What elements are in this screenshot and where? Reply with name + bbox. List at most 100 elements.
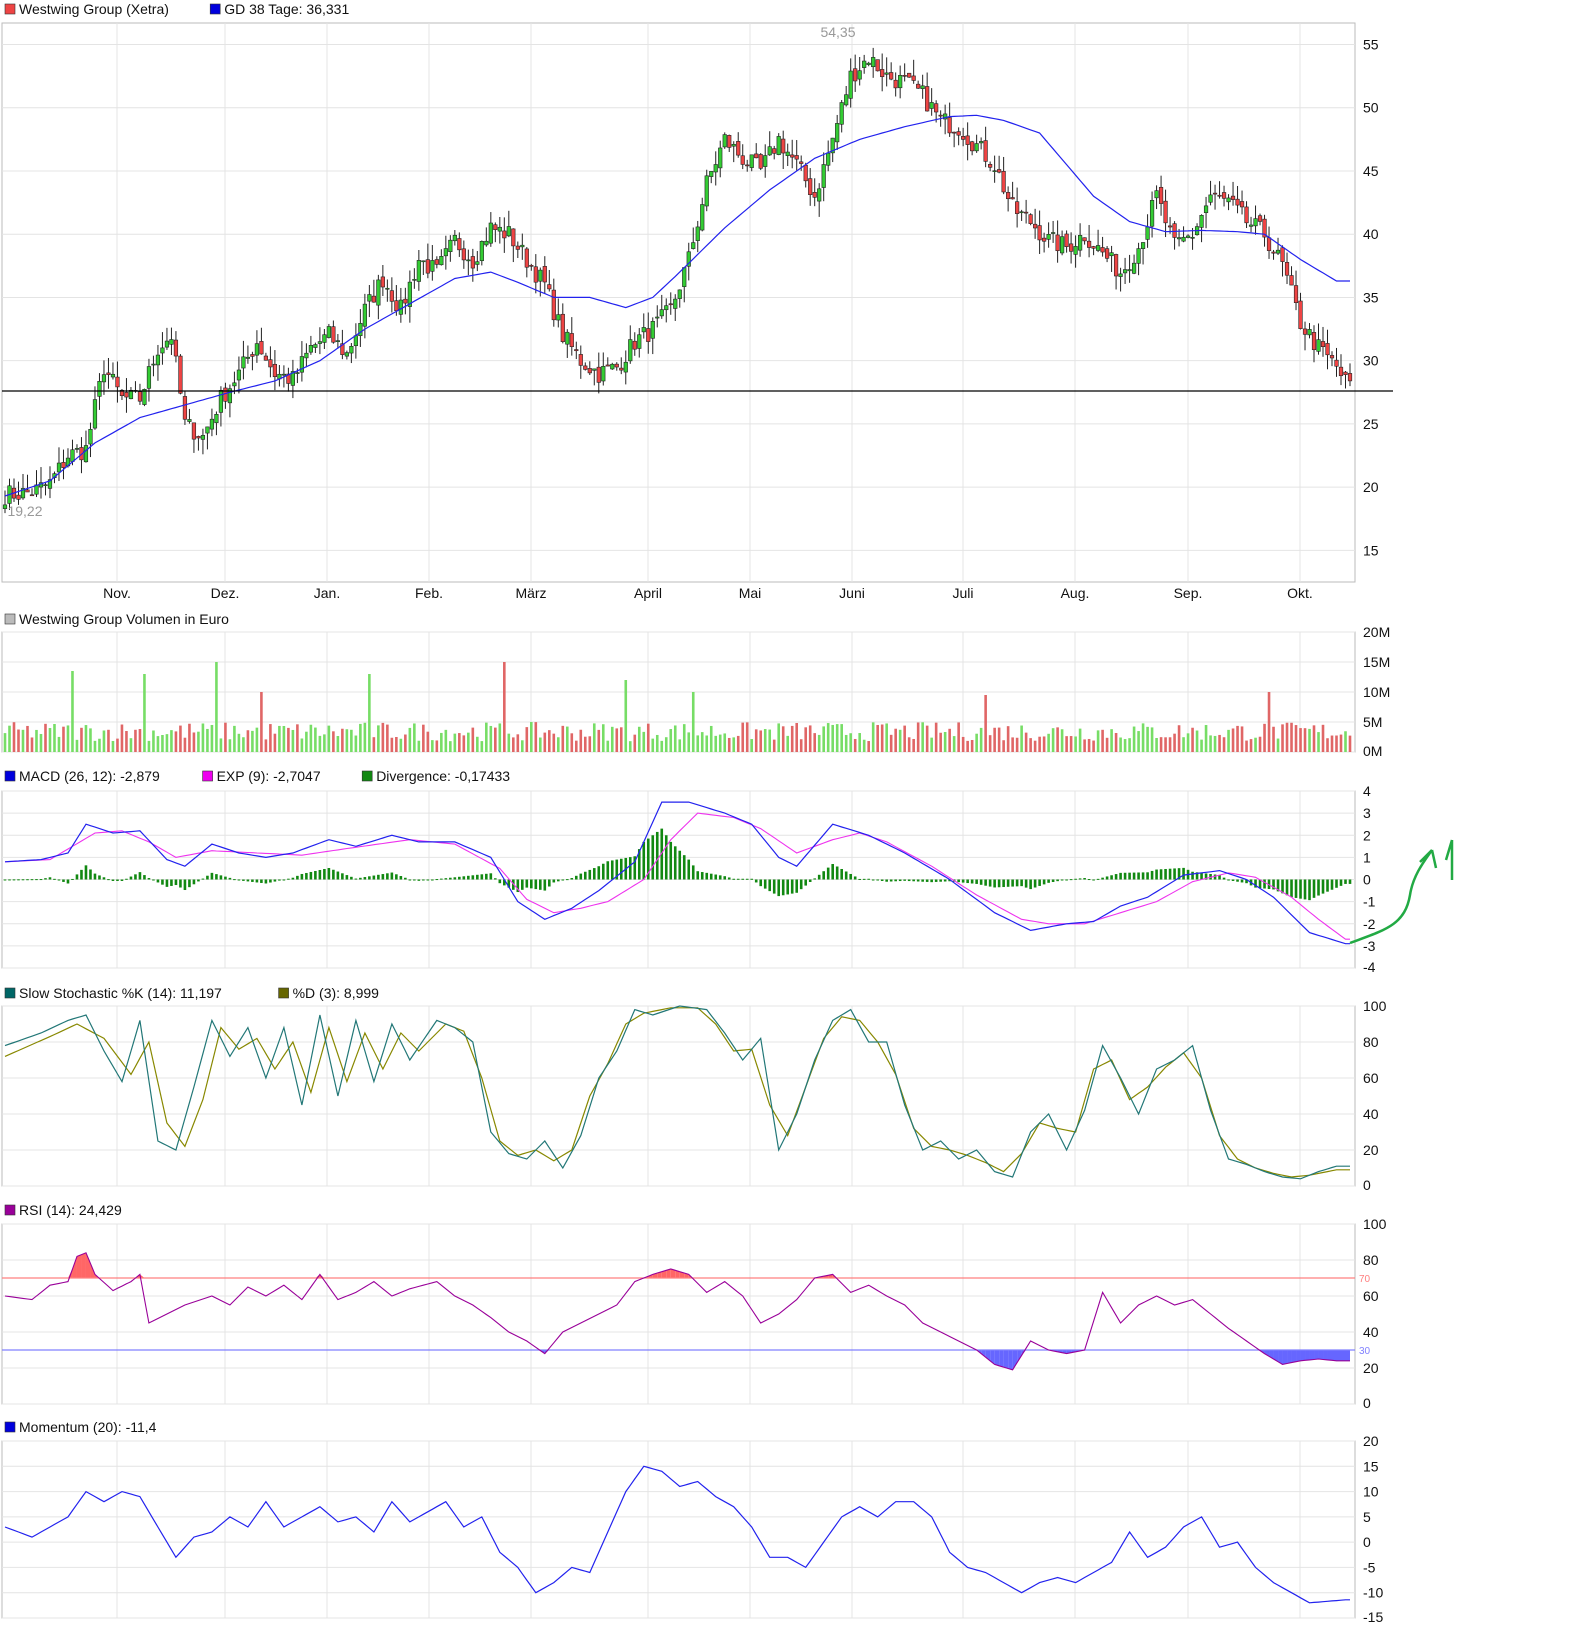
volume-bar [44,723,47,752]
candle-body [1172,223,1177,238]
candle-body [475,261,480,265]
volume-bar [939,732,942,752]
divergence-bar [1123,872,1127,880]
volume-bar [799,739,803,752]
volume-bar [858,733,861,752]
divergence-bar [961,879,965,883]
volume-bar [39,733,43,752]
volume-bar [1245,740,1248,752]
divergence-bar [71,878,74,880]
divergence-bar [849,873,852,880]
divergence-bar [930,879,933,883]
divergence-bar [565,879,569,881]
candle-body [902,75,907,77]
divergence-bar [831,864,834,880]
volume-bar [165,734,169,752]
divergence-bar [799,879,803,890]
candle-body [529,265,534,267]
volume-bar [170,730,173,752]
divergence-bar [1299,879,1302,899]
candle-body [983,140,988,162]
volume-bar [1227,729,1230,752]
divergence-bar [759,879,763,887]
legend-label: GD 38 Tage: 36,331 [224,1,349,17]
volume-bar [597,729,601,752]
candle-body [974,143,979,152]
candle-body [799,161,804,164]
volume-bar [1083,739,1086,752]
divergence-bar [642,841,646,880]
rsi-oversold-fill [1309,1350,1315,1360]
candle-body [1127,269,1132,272]
volume-bar [880,724,884,752]
volume-bar [817,734,821,752]
volume-bar [1038,736,1041,752]
candle-body [470,256,475,269]
divergence-bar [318,869,322,880]
candle-body [322,334,327,343]
candle-body [506,226,511,237]
candle-body [1154,190,1159,199]
volume-bar [1294,725,1298,752]
candle-body [556,314,561,321]
divergence-bar [381,874,385,880]
candle-body [254,343,260,356]
candle-body [704,175,709,207]
legend-swatch [4,987,16,999]
volume-bar [287,727,290,752]
divergence-bar [449,877,452,880]
divergence-bar [1033,879,1037,888]
volume-bar [1263,723,1266,752]
volume-bar [1092,740,1095,752]
volume-bar [251,730,254,752]
legend-label: %D (3): 8,999 [293,985,380,1001]
candle-body [587,368,592,374]
candle-body [502,230,507,239]
divergence-bar [17,879,20,881]
divergence-bar [305,872,308,880]
divergence-bar [467,875,470,880]
divergence-bar [970,879,974,884]
legend-label: Westwing Group Volumen in Euro [19,611,229,627]
volume-panel [1,631,1356,753]
volume-bar [1321,724,1325,752]
candle-body [155,354,161,366]
volume-bar [925,725,929,752]
divergence-bar [462,876,466,880]
legend-label: Westwing Group (Xetra) [19,1,169,17]
volume-bar [341,728,344,752]
candle-body [223,387,228,402]
volume-bar [961,736,965,752]
divergence-bar [916,879,920,882]
volume-bar [98,738,101,752]
divergence-bar [471,875,475,880]
volume-bar [485,722,488,752]
divergence-bar [1339,879,1343,886]
volume-bar [1069,736,1073,752]
candle-body [218,390,224,413]
volume-bar [745,722,749,752]
volume-bar [395,736,398,752]
divergence-bar [1348,879,1352,884]
volume-bar [1258,736,1262,752]
divergence-bar [147,878,151,880]
panel-frame [1,1223,1356,1405]
candle-body [1042,237,1047,242]
volume-bar [1218,734,1221,752]
volume-bar [521,740,524,752]
divergence-bar [1110,875,1113,880]
divergence-bar [1105,876,1109,880]
candle-body [583,365,588,370]
rsi-oversold-fill [1318,1350,1324,1360]
x-month-label: Nov. [103,585,131,601]
volume-bar [1231,728,1235,752]
candle-body [1230,195,1236,200]
candle-body [232,382,237,387]
candle-body [146,366,152,389]
candle-body [601,365,606,382]
volume-bar [440,732,443,752]
volume-bar [772,739,776,752]
candle-body [209,418,215,430]
candle-body [92,399,98,429]
divergence-bar [1321,879,1325,894]
